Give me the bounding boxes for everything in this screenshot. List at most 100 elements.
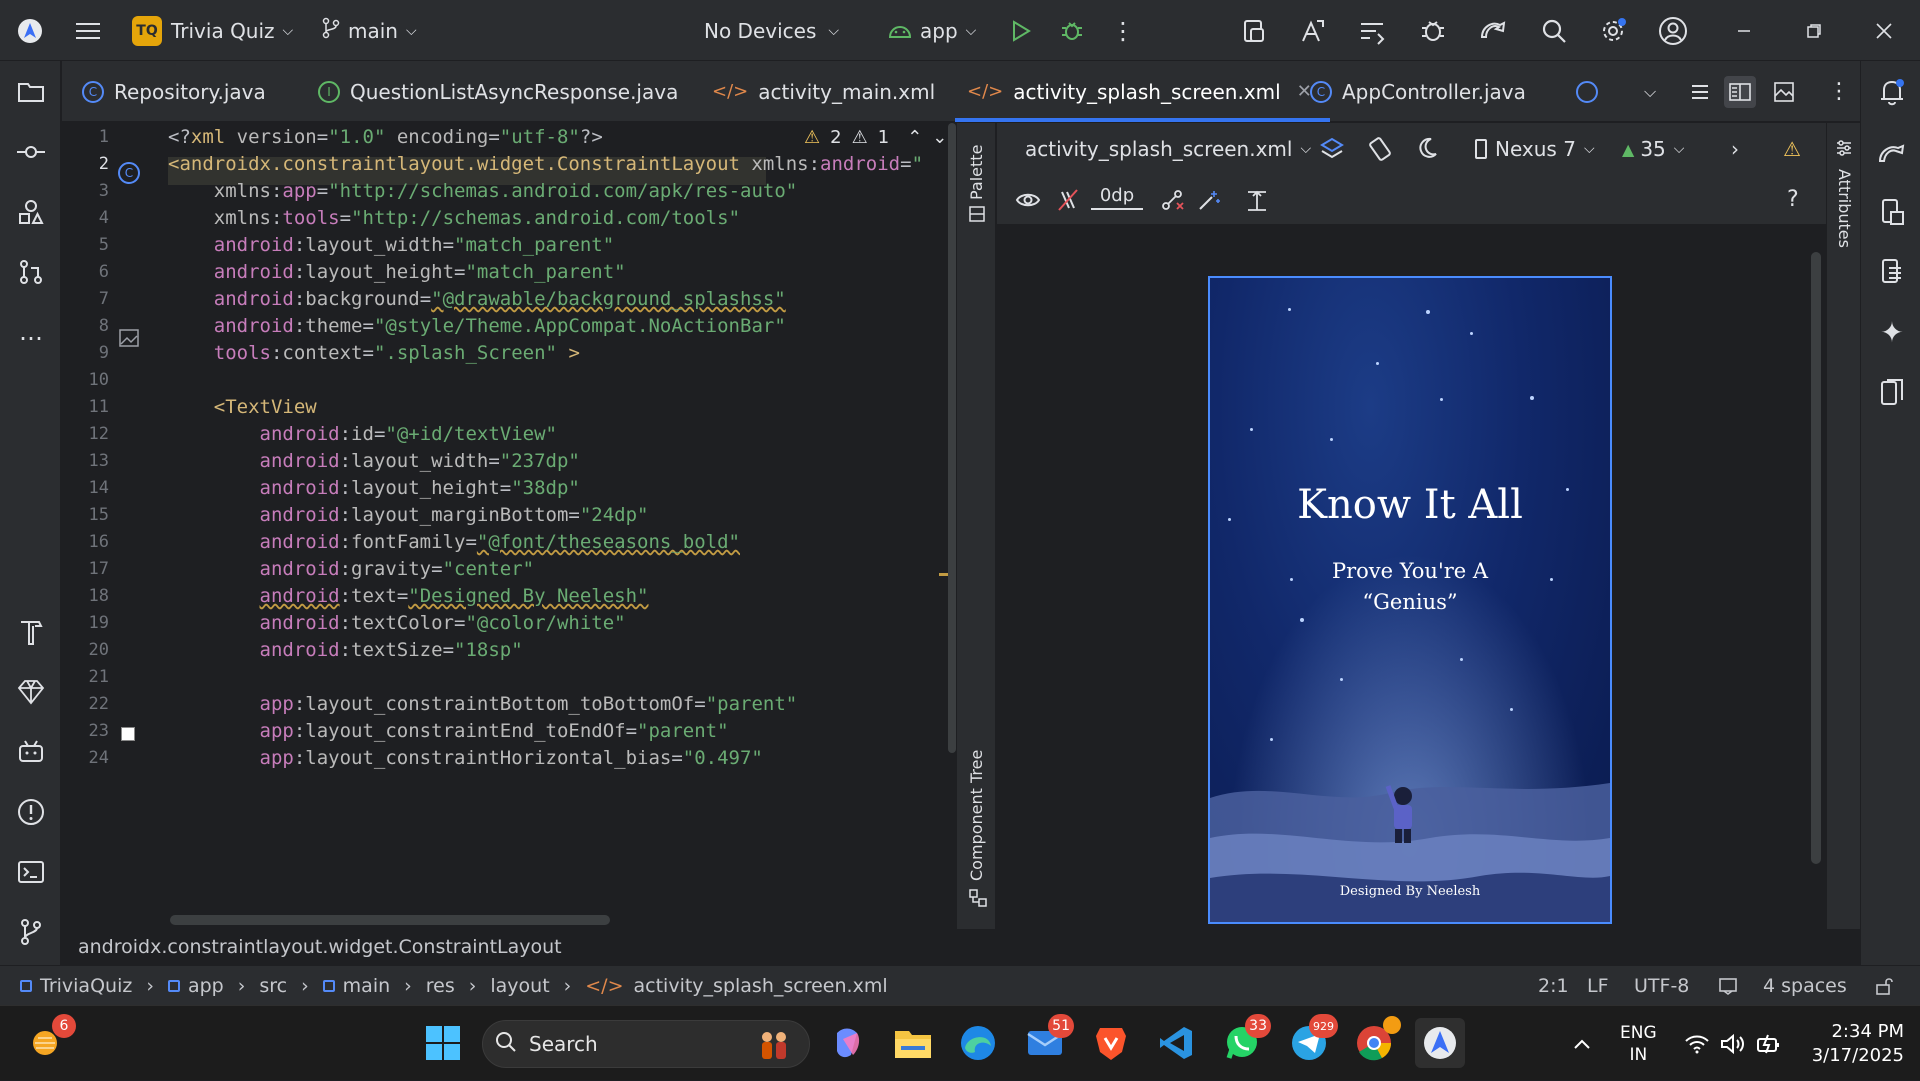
taskbar-search-box[interactable]: Search xyxy=(482,1020,810,1068)
breadcrumb-item-main[interactable]: main xyxy=(343,975,390,997)
wifi-icon[interactable] xyxy=(1684,1006,1710,1081)
project-folder-icon[interactable] xyxy=(13,74,49,110)
notifications-bell-icon[interactable] xyxy=(1874,74,1910,110)
chevron-right-icon[interactable]: › xyxy=(1731,137,1739,161)
indent-setting[interactable]: 4 spaces xyxy=(1763,966,1847,1006)
code-line[interactable]: <androidx.constraintlayout.widget.Constr… xyxy=(168,153,923,175)
breadcrumb-item-res[interactable]: res xyxy=(426,975,455,997)
running-devices-icon[interactable] xyxy=(1874,254,1910,290)
code-line[interactable]: android:text="Designed By Neelesh" xyxy=(168,585,649,607)
more-vertical-icon[interactable]: ⋮ xyxy=(1828,61,1850,122)
orientation-icon[interactable] xyxy=(1367,136,1393,167)
api-level-selector[interactable]: ▲ 35 ⌵ xyxy=(1622,137,1684,161)
mail-app-icon[interactable]: 51 xyxy=(1020,1014,1074,1068)
night-mode-icon[interactable] xyxy=(1419,136,1443,165)
issues-warning-icon[interactable]: ⚠ xyxy=(1783,137,1801,161)
chevron-up-icon[interactable]: ⌃ xyxy=(907,127,922,148)
translate-icon[interactable] xyxy=(1296,14,1330,48)
edge-browser-icon[interactable] xyxy=(953,1018,1003,1068)
palette-icon[interactable] xyxy=(968,205,986,227)
terminal-icon[interactable] xyxy=(13,854,49,890)
show-hidden-icons-chevron[interactable] xyxy=(1572,1006,1592,1081)
chevron-down-icon[interactable]: ⌄ xyxy=(932,127,947,148)
debug-icon[interactable] xyxy=(1055,14,1089,48)
battery-charging-icon[interactable] xyxy=(1756,1006,1782,1081)
emulator-icon[interactable] xyxy=(1874,374,1910,410)
code-line[interactable]: android:fontFamily="@font/theseasons_bol… xyxy=(168,531,740,553)
minimize-icon[interactable] xyxy=(1727,14,1761,48)
class-marker-icon[interactable]: C xyxy=(118,162,140,184)
android-studio-taskbar-icon[interactable] xyxy=(1415,1018,1465,1068)
breadcrumb-item-file[interactable]: activity_splash_screen.xml xyxy=(634,975,888,997)
view-options-eye-icon[interactable] xyxy=(1015,188,1041,217)
code-line[interactable]: xmlns:tools="http://schemas.android.com/… xyxy=(168,207,740,229)
search-icon[interactable] xyxy=(1537,14,1571,48)
lock-icon[interactable] xyxy=(1874,966,1894,1006)
default-margin-selector[interactable]: 0dp xyxy=(1091,185,1143,210)
resource-manager-icon[interactable] xyxy=(13,194,49,230)
gem-icon[interactable] xyxy=(13,674,49,710)
copilot-icon[interactable] xyxy=(822,1018,872,1068)
android-monitor-icon[interactable] xyxy=(13,734,49,770)
tab-list-chevron-icon[interactable]: ⌵ xyxy=(1644,61,1656,122)
sync-gradle-icon[interactable] xyxy=(1476,14,1510,48)
breadcrumb-item-app[interactable]: app xyxy=(188,975,224,997)
code-lines[interactable]: <?xml version="1.0" encoding="utf-8"?> <a… xyxy=(168,123,948,929)
version-control-icon[interactable] xyxy=(13,914,49,950)
input-language[interactable]: ENG IN xyxy=(1620,1006,1657,1081)
attributes-toggle[interactable]: Attributes xyxy=(1835,169,1854,248)
problems-icon[interactable] xyxy=(13,794,49,830)
code-line[interactable]: android:layout_width="match_parent" xyxy=(168,234,614,256)
device-selector[interactable]: No Devices ⌵ xyxy=(704,0,839,61)
code-line[interactable]: <?xml version="1.0" encoding="utf-8"?> xyxy=(168,126,603,148)
branch-selector[interactable]: main ⌵ xyxy=(322,0,417,61)
code-line[interactable]: xmlns:app="http://schemas.android.com/ap… xyxy=(168,180,797,202)
caret-position[interactable]: 2:1 xyxy=(1538,966,1569,1006)
overflow-tab[interactable] xyxy=(1576,61,1598,122)
logcat-icon[interactable] xyxy=(1355,14,1389,48)
image-preview-icon[interactable] xyxy=(119,329,139,351)
code-line[interactable]: android:layout_height="38dp" xyxy=(168,477,580,499)
guidelines-icon[interactable] xyxy=(1245,189,1269,218)
brave-browser-icon[interactable] xyxy=(1086,1018,1136,1068)
code-line[interactable]: <TextView xyxy=(168,396,317,418)
weather-widget-icon[interactable]: 6 xyxy=(22,1014,76,1068)
component-tree-icon[interactable] xyxy=(968,888,988,912)
code-line[interactable]: android:theme="@style/Theme.AppCompat.No… xyxy=(168,315,786,337)
start-windows-icon[interactable] xyxy=(418,1018,468,1068)
inspection-widget[interactable]: ⚠ 2 ⚠ 1 ⌃ ⌄ xyxy=(804,127,947,148)
infer-constraints-icon[interactable] xyxy=(1197,189,1221,216)
account-icon[interactable] xyxy=(1656,14,1690,48)
tab-questionlistasyncresponse-java[interactable]: I QuestionListAsyncResponse.java xyxy=(318,61,678,122)
telegram-icon[interactable]: 929 xyxy=(1284,1014,1338,1068)
volume-icon[interactable] xyxy=(1720,1006,1746,1081)
tab-appcontroller-java[interactable]: C AppController.java xyxy=(1310,61,1526,122)
pull-requests-icon[interactable] xyxy=(13,254,49,290)
close-icon[interactable] xyxy=(1867,14,1901,48)
line-separator[interactable]: LF xyxy=(1587,966,1609,1006)
run-config-selector[interactable]: app ⌵ xyxy=(888,0,976,61)
horizontal-scrollbar[interactable] xyxy=(170,915,610,925)
code-line[interactable]: app:layout_constraintBottom_toBottomOf="… xyxy=(168,693,798,715)
code-line[interactable]: android:textSize="18sp" xyxy=(168,639,523,661)
designer-scrollbar[interactable] xyxy=(1811,252,1821,864)
settings-gear-icon[interactable] xyxy=(1596,14,1630,48)
palette-toggle[interactable]: Palette xyxy=(967,145,986,200)
clear-constraints-icon[interactable] xyxy=(1161,189,1185,216)
device-preview[interactable]: Know It All Prove You're A “Genius” Desi… xyxy=(1208,276,1612,924)
restore-icon[interactable] xyxy=(1797,14,1831,48)
readonly-toggle-icon[interactable] xyxy=(1718,966,1738,1006)
device-selector[interactable]: Nexus 7 ⌵ xyxy=(1475,137,1595,161)
code-line[interactable]: android:textColor="@color/white" xyxy=(168,612,626,634)
editor-vertical-scrollbar[interactable] xyxy=(948,123,956,753)
breadcrumb-item-layout[interactable]: layout xyxy=(490,975,549,997)
autoconnect-off-icon[interactable] xyxy=(1057,188,1079,217)
code-line[interactable]: android:background="@drawable/background… xyxy=(168,288,786,310)
file-encoding[interactable]: UTF-8 xyxy=(1634,966,1689,1006)
component-tree-toggle[interactable]: Component Tree xyxy=(967,750,986,881)
design-view-icon[interactable] xyxy=(1774,61,1794,122)
code-editor[interactable]: 1 2 3 4 5 6 7 8 9 10 11 12 13 14 15 16 17 18 19 20 21 22 23 24 … xyxy=(62,123,954,929)
vscode-icon[interactable] xyxy=(1151,1018,1201,1068)
code-line[interactable]: android:gravity="center" xyxy=(168,558,535,580)
whatsapp-icon[interactable]: 33 xyxy=(1217,1014,1271,1068)
